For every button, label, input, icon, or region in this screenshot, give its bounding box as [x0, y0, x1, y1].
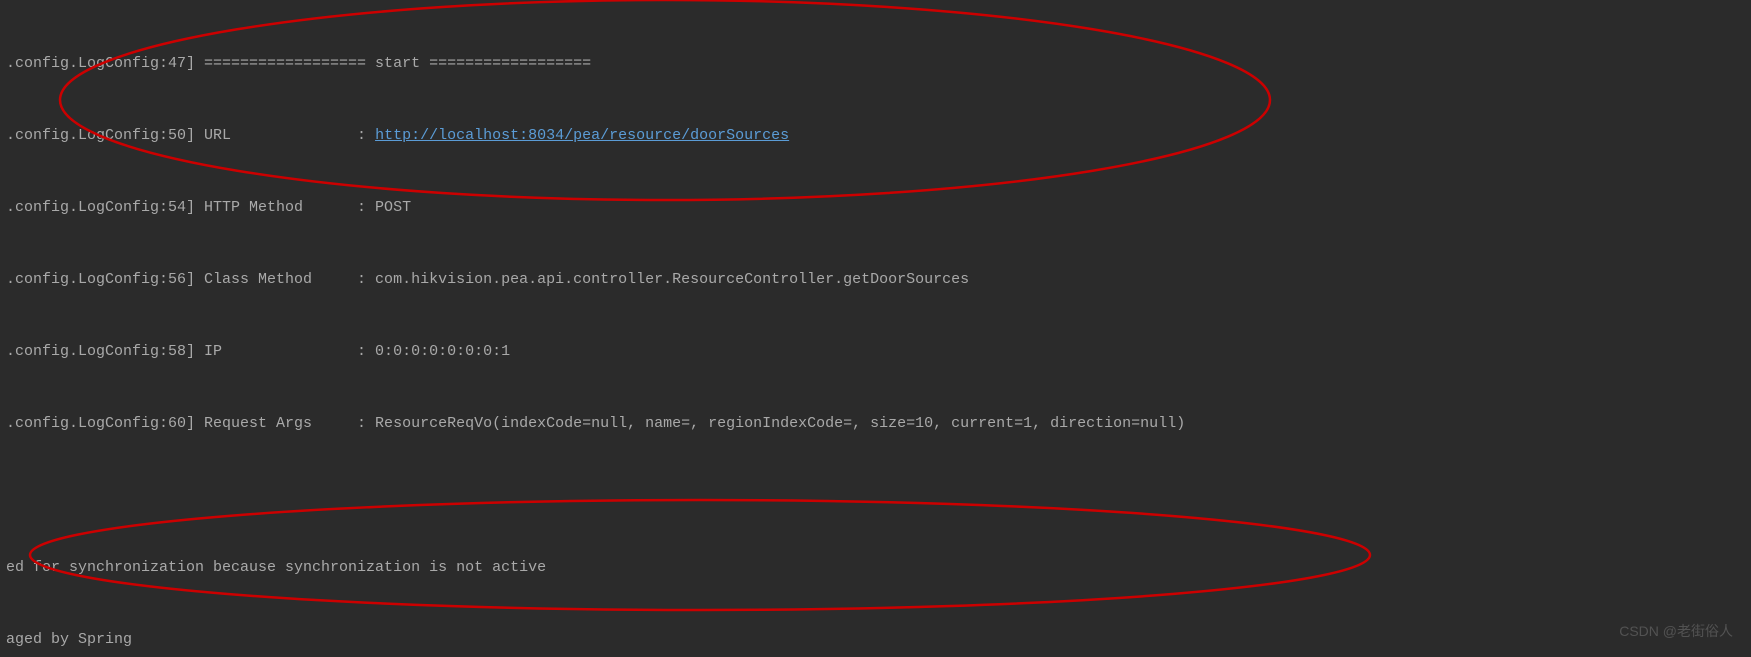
log-line-sync: ed for synchronization because synchroni… [6, 556, 1745, 580]
console-log: .config.LogConfig:47] ==================… [0, 0, 1751, 657]
log-line [6, 484, 1745, 508]
log-url-prefix: .config.LogConfig:50] URL : [6, 127, 375, 144]
log-line-http-method: .config.LogConfig:54] HTTP Method : POST [6, 196, 1745, 220]
log-line-ip: .config.LogConfig:58] IP : 0:0:0:0:0:0:0… [6, 340, 1745, 364]
log-line-request-args: .config.LogConfig:60] Request Args : Res… [6, 412, 1745, 436]
log-line-spring: aged by Spring [6, 628, 1745, 652]
request-url-link[interactable]: http://localhost:8034/pea/resource/doorS… [375, 127, 789, 144]
log-line-url: .config.LogConfig:50] URL : http://local… [6, 124, 1745, 148]
log-line-start: .config.LogConfig:47] ==================… [6, 52, 1745, 76]
log-line-class-method: .config.LogConfig:56] Class Method : com… [6, 268, 1745, 292]
